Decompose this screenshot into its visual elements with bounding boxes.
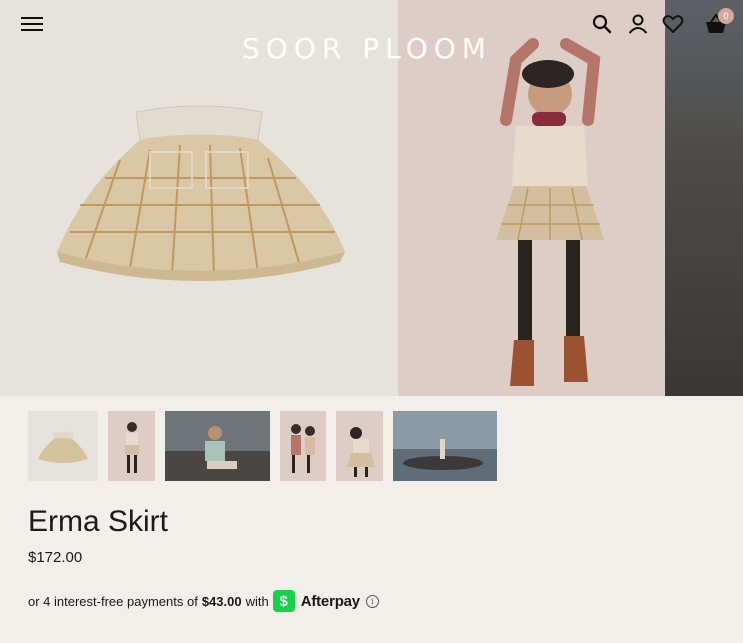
afterpay-prefix: or 4 interest-free payments of (28, 593, 198, 609)
thumbnail-two-girls[interactable] (280, 411, 326, 481)
product-image-gallery[interactable]: SOOR PLOOM 0 (0, 0, 743, 396)
product-title: Erma Skirt (28, 505, 169, 538)
afterpay-brand: Afterpay (300, 592, 360, 610)
wishlist-button[interactable] (661, 12, 685, 36)
thumbnail-girl-sitting[interactable] (165, 411, 270, 481)
afterpay-installment-amount: $43.00 (201, 593, 242, 609)
search-button[interactable] (590, 12, 614, 36)
account-icon (628, 14, 648, 34)
product-price: $172.00 (28, 549, 83, 566)
cart-count-badge: 0 (718, 8, 734, 24)
menu-icon (20, 17, 46, 31)
afterpay-message: or 4 interest-free payments of $43.00 wi… (28, 589, 379, 613)
menu-button[interactable] (20, 14, 46, 36)
thumbnail-skirt[interactable] (28, 411, 98, 481)
account-button[interactable] (626, 12, 650, 36)
thumbnail-model-bending[interactable] (336, 411, 383, 481)
thumbnail-model-arms-up[interactable] (108, 411, 155, 481)
afterpay-logo-icon: $ (272, 590, 295, 612)
search-icon (592, 14, 612, 34)
thumbnail-girl-on-rocks[interactable] (393, 411, 497, 481)
cart-button[interactable]: 0 (704, 8, 734, 36)
site-header: SOOR PLOOM 0 (0, 0, 743, 65)
brand-logo[interactable]: SOOR PLOOM (242, 32, 508, 65)
info-icon[interactable]: i (365, 594, 379, 608)
heart-icon (662, 15, 684, 33)
afterpay-connector: with (245, 593, 269, 609)
